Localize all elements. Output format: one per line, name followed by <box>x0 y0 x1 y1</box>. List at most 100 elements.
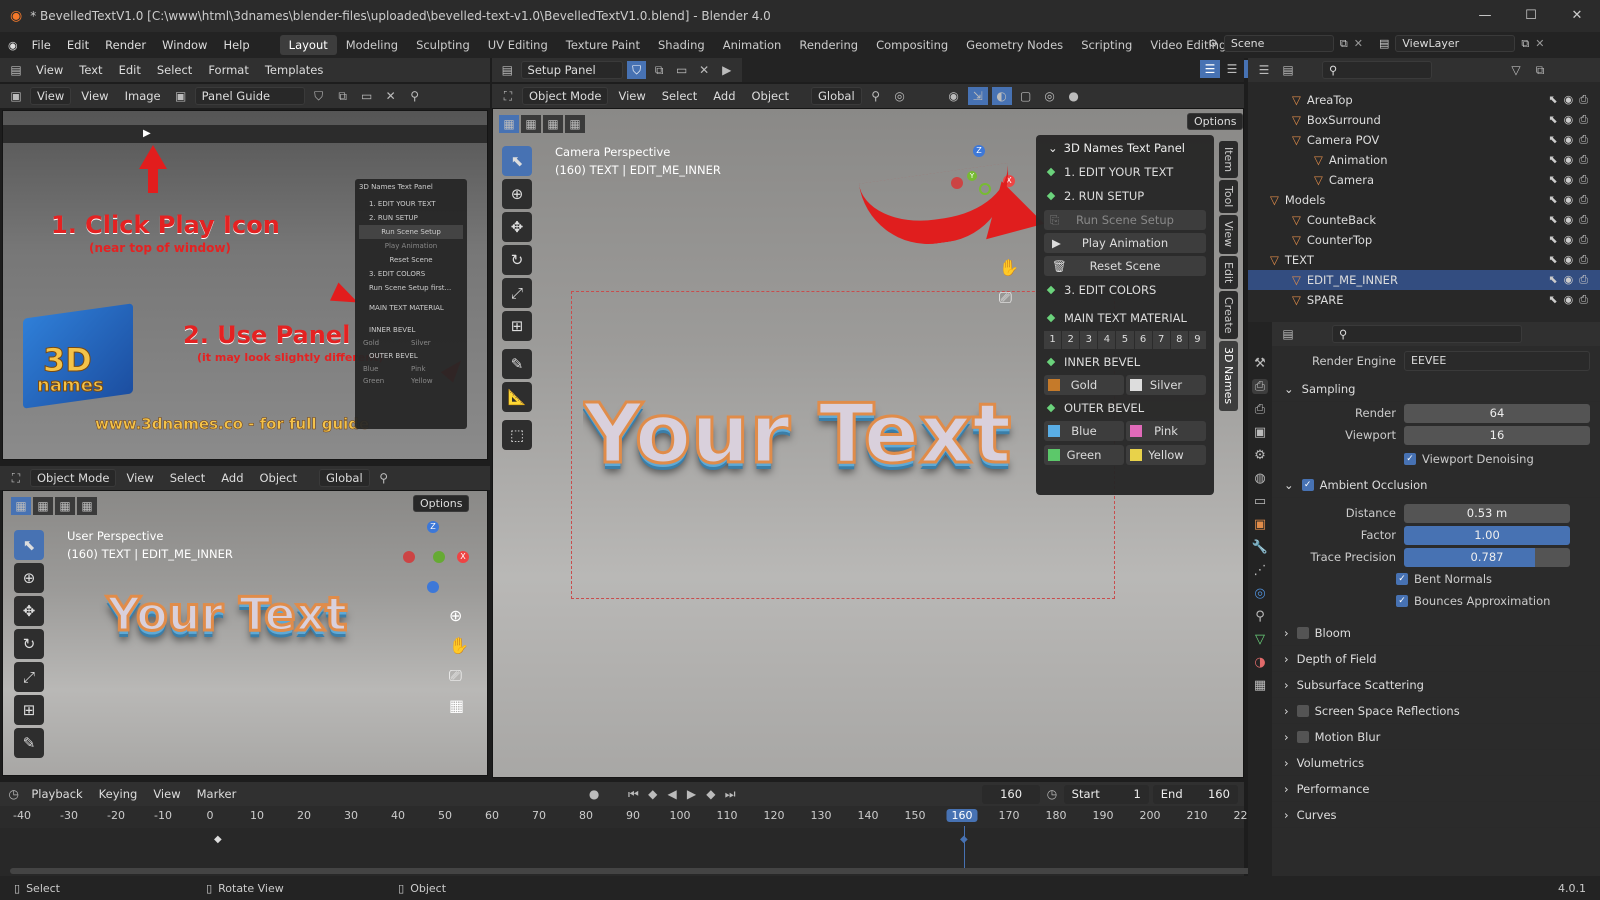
main-snap-icon[interactable]: ⚲ <box>866 87 886 105</box>
main-rotate-tool-icon[interactable]: ↻ <box>502 245 532 275</box>
main-menu-view[interactable]: View <box>612 89 651 103</box>
main-editor-type-icon[interactable]: ⛶ <box>498 87 518 105</box>
material-9-button[interactable]: 9 <box>1188 331 1206 349</box>
constraints-tab-icon[interactable]: ⚲ <box>1255 609 1265 624</box>
data-tab-icon[interactable]: ▽ <box>1255 632 1265 647</box>
main-transform-tool-icon[interactable]: ⊞ <box>502 311 532 341</box>
inner-bevel-row[interactable]: INNER BEVEL <box>1036 351 1214 373</box>
text-menu-select[interactable]: Select <box>151 63 198 77</box>
motion-blur-checkbox[interactable] <box>1296 730 1309 743</box>
visibility-toggles-icon[interactable]: ⬉◉⎙ <box>1548 113 1594 127</box>
shading-solid-icon[interactable]: ● <box>1064 87 1084 105</box>
prev-key-icon[interactable]: ◆ <box>645 785 660 803</box>
material-4-button[interactable]: 4 <box>1098 331 1116 349</box>
object-tab-icon[interactable]: ▣ <box>1254 517 1266 532</box>
visibility-toggles-icon[interactable]: ⬉◉⎙ <box>1548 93 1594 107</box>
timeline-playback[interactable]: Playback <box>25 787 88 801</box>
pink-button[interactable]: Pink <box>1126 421 1206 441</box>
visibility-toggles-icon[interactable]: ⬉◉⎙ <box>1548 213 1594 227</box>
denoise-row[interactable]: ✓ Viewport Denoising <box>1272 446 1600 472</box>
timeline-editor-icon[interactable]: ◷ <box>6 785 21 803</box>
visibility-toggles-icon[interactable]: ⬉◉⎙ <box>1548 233 1594 247</box>
current-frame-field[interactable]: 160 <box>981 784 1041 804</box>
timeline-ruler[interactable]: -40 -30 -20 -10 0 10 20 30 40 50 60 70 80 90 100 110 120… <box>0 806 1255 828</box>
scale-tool-icon[interactable]: ⤢ <box>14 662 44 692</box>
scene-new-icon[interactable]: ⧉ <box>1340 37 1348 51</box>
main-cursor-tool-icon[interactable]: ⊕ <box>502 179 532 209</box>
sub-viewport-text-object[interactable]: Your Text <box>105 586 348 643</box>
blender-menu-icon[interactable]: ◉ <box>8 39 18 52</box>
timeline-keying[interactable]: Keying <box>93 787 144 801</box>
rotate-tool-icon[interactable]: ↻ <box>14 629 44 659</box>
sub-editor-type-icon[interactable]: ⛶ <box>6 469 26 487</box>
outliner-row[interactable]: ▽ Camera ⬉◉⎙ <box>1248 170 1600 190</box>
run-setup-row[interactable]: 2. RUN SETUP <box>1036 185 1214 207</box>
user-perspective-viewport[interactable]: ▦ ▦ ▦ ▦ Options User Perspective (160) T… <box>2 490 488 776</box>
main-orientation-dropdown[interactable]: Global <box>810 87 862 105</box>
minimize-button[interactable]: — <box>1462 0 1508 32</box>
outliner-row[interactable]: ▽ CounterTop ⬉◉⎙ <box>1248 230 1600 250</box>
main-select-extend-icon[interactable]: ▦ <box>521 115 541 133</box>
end-frame-field[interactable]: End 160 <box>1152 784 1238 804</box>
outliner-row[interactable]: ▽ Camera POV ⬉◉⎙ <box>1248 130 1600 150</box>
cursor-tool-icon[interactable]: ⊕ <box>14 563 44 593</box>
keyframe-icon[interactable]: ◆ <box>960 834 968 845</box>
denoise-checkbox[interactable]: ✓ <box>1404 453 1416 465</box>
tab-sculpting[interactable]: Sculpting <box>407 35 479 55</box>
tab-animation[interactable]: Animation <box>714 35 791 55</box>
physics-tab-icon[interactable]: ◎ <box>1254 586 1265 601</box>
select-intersect-icon[interactable]: ▦ <box>77 497 97 515</box>
sub-options-button[interactable]: Options <box>413 495 470 512</box>
camera-view-icon[interactable]: ⎚ <box>449 661 469 691</box>
tab-edit[interactable]: Edit <box>1219 255 1238 289</box>
image-name-field[interactable]: Panel Guide <box>194 87 305 105</box>
menu-render[interactable]: Render <box>97 38 154 52</box>
keyframe-icon[interactable]: ◆ <box>214 834 222 845</box>
script-copy-icon[interactable]: ⧉ <box>650 61 669 79</box>
script-shield-icon[interactable]: ⛉ <box>627 61 646 79</box>
edit-text-row[interactable]: 1. EDIT YOUR TEXT <box>1036 161 1214 183</box>
clock-icon[interactable]: ◷ <box>1044 785 1059 803</box>
main-select-subtract-icon[interactable]: ▦ <box>543 115 563 133</box>
select-subtract-icon[interactable]: ▦ <box>55 497 75 515</box>
bent-normals-row[interactable]: ✓ Bent Normals <box>1272 568 1600 590</box>
scene-close-icon[interactable]: ✕ <box>1354 37 1363 50</box>
sampling-section[interactable]: ⌄ Sampling <box>1272 376 1600 402</box>
line-numbers-icon[interactable]: ☰ <box>1200 60 1220 78</box>
silver-button[interactable]: Silver <box>1126 375 1206 395</box>
select-tool-icon[interactable]: ⬉ <box>14 530 44 560</box>
new-collection-icon[interactable]: ⧉ <box>1530 61 1550 79</box>
menu-edit[interactable]: Edit <box>59 38 97 52</box>
outliner-row[interactable]: ▽ AreaTop ⬉◉⎙ <box>1248 90 1600 110</box>
properties-search-input[interactable]: ⚲ <box>1332 325 1522 343</box>
main-menu-object[interactable]: Object <box>746 89 795 103</box>
ao-checkbox[interactable]: ✓ <box>1301 478 1314 491</box>
tab-tool[interactable]: Tool <box>1219 180 1238 214</box>
tab-uv-editing[interactable]: UV Editing <box>479 35 557 55</box>
play-reverse-icon[interactable]: ◀ <box>664 785 679 803</box>
play-forward-icon[interactable]: ▶ <box>684 785 699 803</box>
timeline-view[interactable]: View <box>147 787 186 801</box>
outliner-row[interactable]: ▽ EDIT_ME_INNER ⬉◉⎙ <box>1248 270 1600 290</box>
sub-mode-dropdown[interactable]: Object Mode <box>30 469 117 487</box>
snap-icon[interactable]: ⚲ <box>374 469 394 487</box>
tab-rendering[interactable]: Rendering <box>790 35 867 55</box>
edit-colors-row[interactable]: 3. EDIT COLORS <box>1036 279 1214 301</box>
world-tab-icon[interactable]: ◍ <box>1254 471 1265 486</box>
next-key-icon[interactable]: ◆ <box>703 785 718 803</box>
viewlayer-new-icon[interactable]: ⧉ <box>1521 37 1529 51</box>
sub-orientation-dropdown[interactable]: Global <box>318 469 370 487</box>
pin-icon[interactable]: ⚲ <box>405 87 425 105</box>
move-tool-icon[interactable]: ✥ <box>14 596 44 626</box>
unlink-icon[interactable]: ✕ <box>381 87 401 105</box>
tab-3dnames[interactable]: 3D Names <box>1219 341 1238 411</box>
tab-geometry-nodes[interactable]: Geometry Nodes <box>957 35 1072 55</box>
yellow-button[interactable]: Yellow <box>1126 445 1206 465</box>
pan-hand-icon[interactable]: ✋ <box>449 631 469 661</box>
sss-section[interactable]: › Subsurface Scattering <box>1272 672 1600 698</box>
visibility-toggles-icon[interactable]: ⬉◉⎙ <box>1548 293 1594 307</box>
properties-editor-icon[interactable]: ▤ <box>1278 325 1298 343</box>
menu-window[interactable]: Window <box>154 38 215 52</box>
distance-field[interactable]: 0.53 m <box>1404 503 1570 523</box>
visibility-icon[interactable]: ◉ <box>944 87 964 105</box>
